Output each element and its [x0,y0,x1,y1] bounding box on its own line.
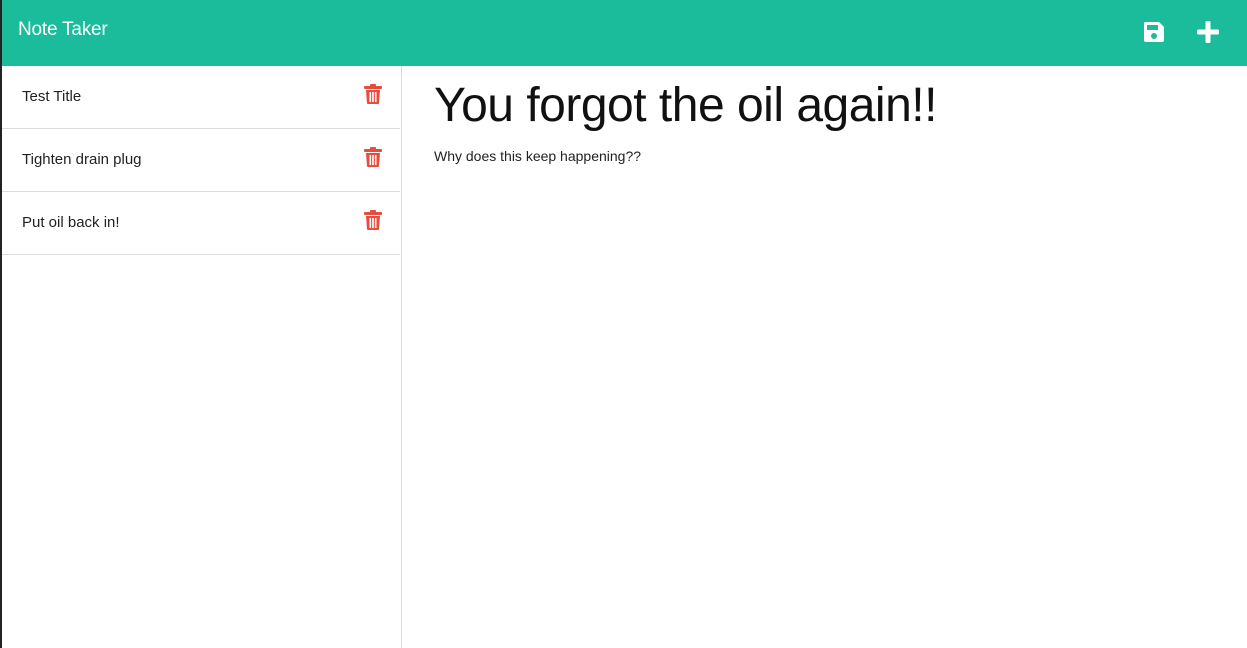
note-body-textarea[interactable]: Why does this keep happening?? [434,146,1234,626]
save-note-button[interactable] [1137,15,1171,49]
delete-note-button[interactable] [364,210,382,230]
trash-icon [364,210,382,230]
note-list-item[interactable]: Put oil back in! [2,192,400,255]
note-item-title: Test Title [22,88,82,105]
trash-icon [364,147,382,167]
delete-note-button[interactable] [364,84,382,104]
note-item-title: Tighten drain plug [22,151,142,168]
app-window: Note Taker Test Title Tighten drain plug… [0,0,1247,648]
note-editor: Why does this keep happening?? [402,66,1247,648]
plus-icon [1197,21,1219,43]
delete-note-button[interactable] [364,147,382,167]
note-item-title: Put oil back in! [22,214,120,231]
navbar: Note Taker [2,0,1247,66]
trash-icon [364,84,382,104]
floppy-disk-icon [1144,22,1164,42]
new-note-button[interactable] [1191,15,1225,49]
note-list: Test Title Tighten drain plug Put oil ba… [2,66,402,648]
note-list-item[interactable]: Tighten drain plug [2,129,400,192]
brand-link[interactable]: Note Taker [18,19,108,41]
note-title-input[interactable] [434,76,1234,136]
note-list-item[interactable]: Test Title [2,66,400,129]
